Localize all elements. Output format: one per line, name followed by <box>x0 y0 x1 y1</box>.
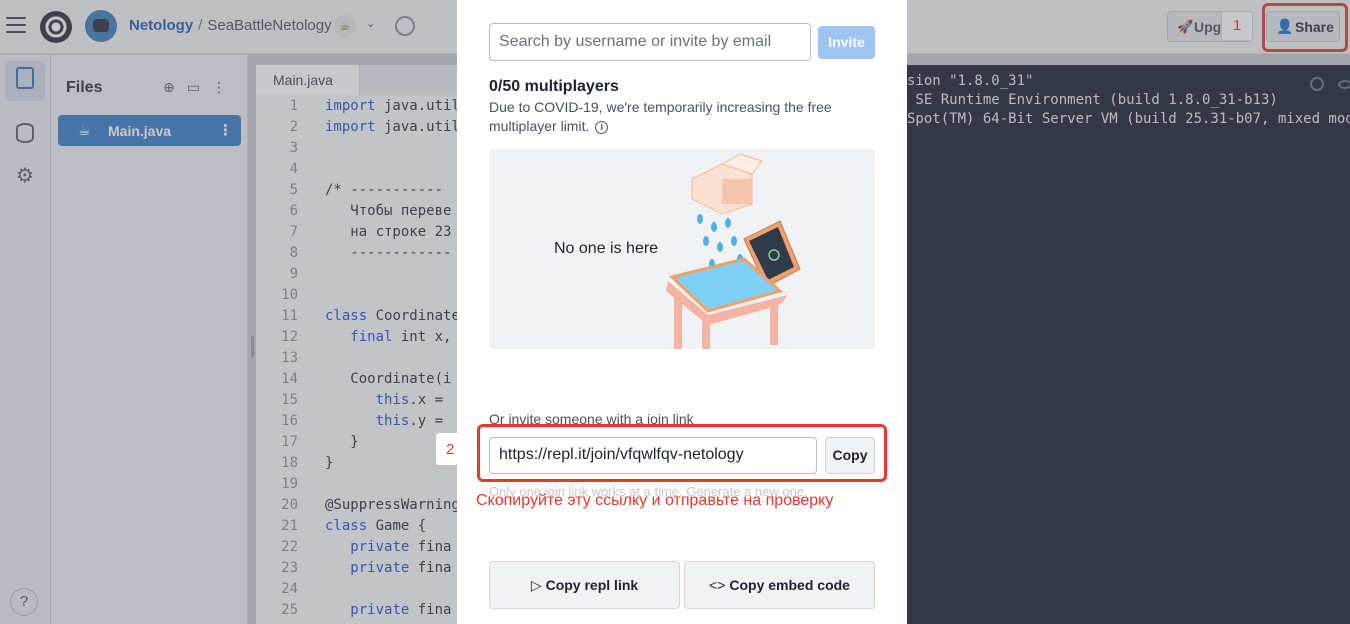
copy-embed-code-button[interactable]: <> Copy embed code <box>684 561 875 609</box>
annotation-marker-2: 2 <box>436 433 458 465</box>
invite-modal: Search by username or invite by email In… <box>457 0 907 624</box>
annotation-highlight-join-link <box>477 424 887 482</box>
multiplayers-empty-state: No one is here <box>489 149 875 349</box>
play-icon: ▷ <box>530 577 542 593</box>
copy-repl-link-button[interactable]: ▷ Copy repl link <box>489 561 680 609</box>
empty-state-illustration <box>666 153 801 349</box>
copy-embed-code-label: Copy embed code <box>729 577 850 593</box>
multiplayer-count: 0/50 multiplayers <box>489 78 619 95</box>
invite-button[interactable]: Invite <box>818 26 875 59</box>
covid-note: Due to COVID-19, we're temporarily incre… <box>489 98 859 136</box>
info-icon[interactable]: i <box>595 120 609 134</box>
annotation-instruction: Скопируйте эту ссылку и отправьте на про… <box>476 492 834 509</box>
covid-note-text: Due to COVID-19, we're temporarily incre… <box>489 99 832 134</box>
empty-state-text: No one is here <box>554 240 659 257</box>
invite-search-input[interactable]: Search by username or invite by email <box>489 23 811 61</box>
code-icon: <> <box>709 577 726 593</box>
copy-repl-link-label: Copy repl link <box>545 577 639 593</box>
